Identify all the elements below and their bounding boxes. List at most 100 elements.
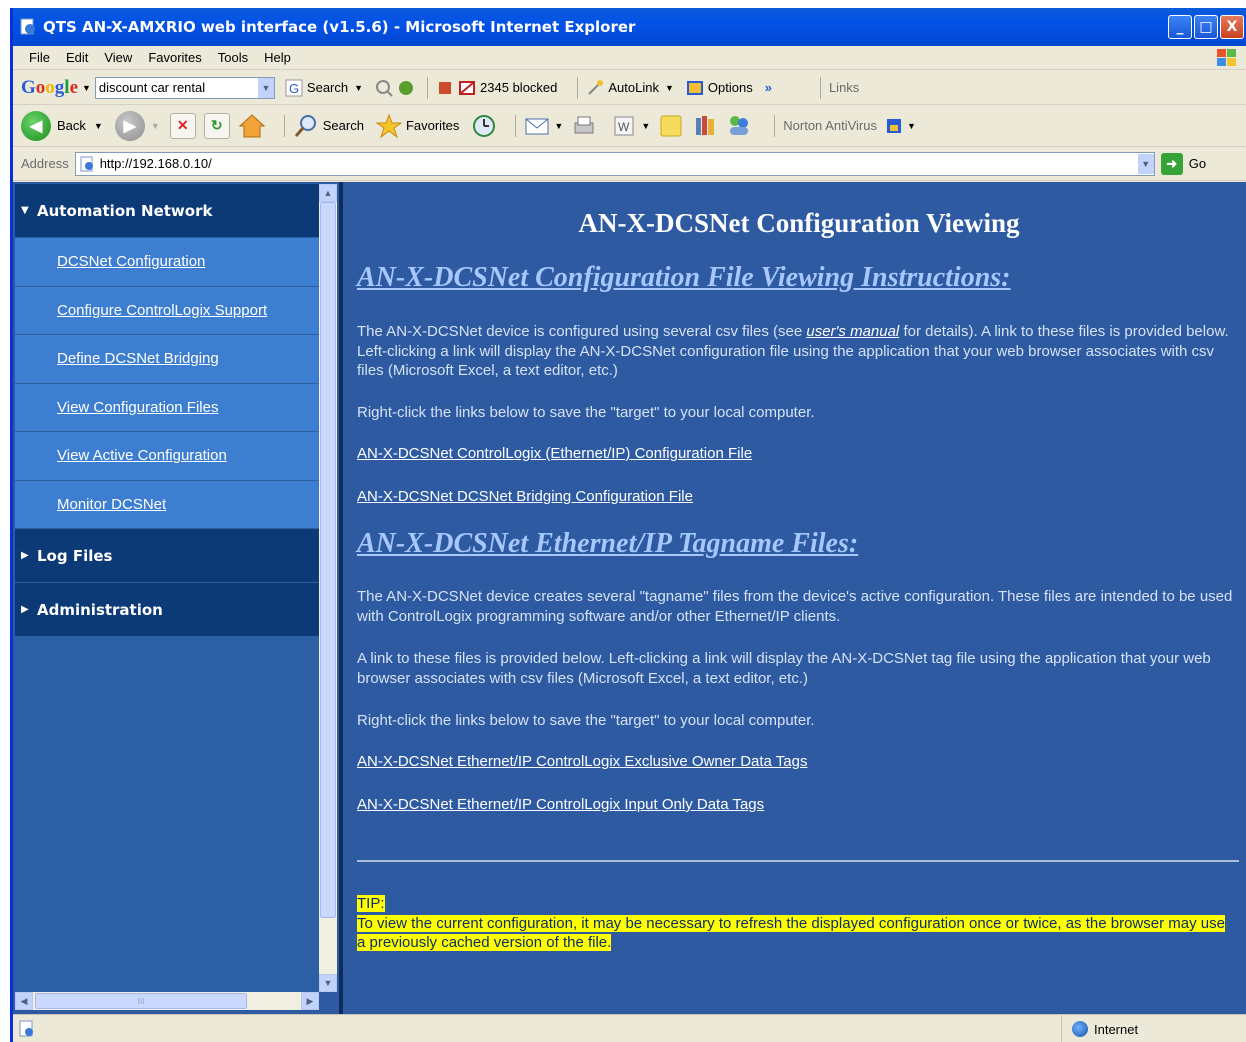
google-logo[interactable]: Google <box>21 77 78 99</box>
autolink-dropdown-icon[interactable]: ▼ <box>665 83 674 93</box>
nav-section-administration[interactable]: ▶ Administration <box>15 583 319 637</box>
exclusive-owner-tags-link[interactable]: AN-X-DCSNet Ethernet/IP ControlLogix Exc… <box>357 753 807 770</box>
search-button[interactable]: Search <box>293 113 364 139</box>
norton-icon <box>886 118 901 133</box>
nav-item-define-dcsnet-bridging[interactable]: Define DCSNet Bridging <box>15 335 319 384</box>
search-dropdown-icon[interactable]: ▼ <box>354 83 363 93</box>
history-icon[interactable] <box>471 113 497 139</box>
nav-section-log-files[interactable]: ▶ Log Files <box>15 529 319 583</box>
scroll-right-icon[interactable]: ▶ <box>301 992 319 1010</box>
nav-item-configure-controllogix-support[interactable]: Configure ControlLogix Support <box>15 286 319 335</box>
norton-antivirus-button[interactable]: Norton AntiVirus ▼ <box>783 117 916 135</box>
frame-divider[interactable] <box>339 182 343 1014</box>
messenger-icon[interactable] <box>726 113 752 139</box>
collapsed-chevron-icon: ▶ <box>21 550 29 561</box>
home-icon[interactable] <box>238 112 266 140</box>
back-dropdown-icon[interactable]: ▼ <box>94 121 103 131</box>
nav-link[interactable]: Configure ControlLogix Support <box>57 302 267 319</box>
spellcheck-icon[interactable] <box>436 79 454 97</box>
tip-text: To view the current configuration, it ma… <box>357 914 1225 951</box>
title-bar: QTS AN-X-AMXRIO web interface (v1.5.6) -… <box>13 8 1246 46</box>
address-url: http://192.168.0.10/ <box>99 156 212 171</box>
go-button[interactable]: ➜ Go <box>1160 152 1206 175</box>
google-search-value: discount car rental <box>98 80 206 95</box>
controllogix-config-file-link[interactable]: AN-X-DCSNet ControlLogix (Ethernet/IP) C… <box>357 445 752 462</box>
research-books-icon[interactable] <box>692 113 718 139</box>
ie-page-icon <box>80 156 93 171</box>
stop-icon[interactable]: ✕ <box>169 112 196 139</box>
sidebar-vertical-scrollbar[interactable]: ▲ ▼ <box>319 184 337 992</box>
nav-link[interactable]: DCSNet Configuration <box>57 253 205 270</box>
window-title: QTS AN-X-AMXRIO web interface (v1.5.6) -… <box>43 18 636 36</box>
security-zone[interactable]: Internet <box>1061 1015 1138 1042</box>
maximize-button[interactable]: □ <box>1194 15 1218 39</box>
expanded-chevron-icon: ▼ <box>21 205 29 216</box>
favorites-button[interactable]: Favorites <box>375 113 459 139</box>
norton-dropdown-icon[interactable]: ▼ <box>907 121 916 131</box>
minimize-button[interactable]: _ <box>1168 15 1192 39</box>
close-button[interactable]: X <box>1220 15 1244 39</box>
nav-link[interactable]: Define DCSNet Bridging <box>57 350 219 367</box>
nav-item-dcsnet-configuration[interactable]: DCSNet Configuration <box>15 238 319 287</box>
mail-dropdown-icon[interactable]: ▼ <box>554 121 563 131</box>
address-label: Address <box>21 156 69 171</box>
options-button[interactable]: Options <box>686 79 753 97</box>
refresh-icon[interactable]: ↻ <box>203 112 230 139</box>
google-menu-chevron-icon[interactable]: ▼ <box>82 83 91 93</box>
nav-item-view-active-configuration[interactable]: View Active Configuration <box>15 432 319 481</box>
toolbar-separator <box>774 114 776 137</box>
discuss-note-icon[interactable] <box>658 113 684 139</box>
menu-file[interactable]: File <box>29 50 50 65</box>
input-only-tags-link[interactable]: AN-X-DCSNet Ethernet/IP ControlLogix Inp… <box>357 796 764 813</box>
nav-link[interactable]: View Configuration Files <box>57 399 218 416</box>
nav-link[interactable]: View Active Configuration <box>57 447 227 464</box>
google-search-button[interactable]: G Search ▼ <box>285 79 363 97</box>
section-heading-tagname-files[interactable]: AN-X-DCSNet Ethernet/IP Tagname Files: <box>357 528 858 560</box>
links-button[interactable]: Links <box>829 80 859 95</box>
status-bar: Internet <box>13 1014 1246 1042</box>
svg-text:W: W <box>618 120 630 134</box>
nav-link[interactable]: Monitor DCSNet <box>57 496 166 513</box>
back-button[interactable]: ◀ Back ▼ <box>21 110 103 141</box>
menu-help[interactable]: Help <box>264 50 291 65</box>
google-search-input[interactable]: discount car rental ▼ <box>94 76 275 99</box>
popup-blocker-button[interactable]: 2345 blocked <box>458 79 557 97</box>
users-manual-link[interactable]: user's manual <box>806 323 899 340</box>
nav-item-view-configuration-files[interactable]: View Configuration Files <box>15 383 319 432</box>
forward-arrow-icon[interactable]: ▶ <box>114 110 145 141</box>
scroll-up-icon[interactable]: ▲ <box>319 184 337 202</box>
more-chevron-icon[interactable]: » <box>765 80 772 95</box>
search-history-dropdown-icon[interactable]: ▼ <box>257 77 274 98</box>
ie-page-icon <box>20 18 35 35</box>
tagname-description-paragraph: The AN-X-DCSNet device creates several "… <box>357 588 1233 625</box>
menu-favorites[interactable]: Favorites <box>148 50 201 65</box>
standard-toolbar: ◀ Back ▼ ▶ ▼ ✕ ↻ Search Favorites ▼ W ▼ … <box>13 105 1246 147</box>
nav-item-monitor-dcsnet[interactable]: Monitor DCSNet <box>15 480 319 529</box>
print-icon[interactable] <box>571 113 597 139</box>
section-heading-config-viewing[interactable]: AN-X-DCSNet Configuration File Viewing I… <box>357 262 1011 294</box>
highlight-icon[interactable] <box>397 79 415 97</box>
sidebar-horizontal-scrollbar[interactable]: ◀ III ▶ <box>15 992 319 1010</box>
pagerank-icon[interactable] <box>375 79 393 97</box>
search-magnifier-icon <box>294 114 316 137</box>
menu-tools[interactable]: Tools <box>218 50 248 65</box>
toolbar-separator <box>515 114 517 137</box>
scroll-left-icon[interactable]: ◀ <box>15 992 33 1010</box>
edit-dropdown-icon[interactable]: ▼ <box>641 121 650 131</box>
address-dropdown-icon[interactable]: ▼ <box>1137 153 1154 174</box>
scrollbar-thumb[interactable] <box>320 202 336 918</box>
menu-edit[interactable]: Edit <box>66 50 88 65</box>
address-toolbar: Address http://192.168.0.10/ ▼ ➜ Go <box>13 147 1246 181</box>
forward-dropdown-icon[interactable]: ▼ <box>151 121 160 131</box>
autolink-button[interactable]: AutoLink ▼ <box>586 79 674 97</box>
menu-view[interactable]: View <box>104 50 132 65</box>
edit-word-icon[interactable]: W <box>611 113 637 139</box>
toolbar-separator <box>577 76 579 99</box>
mail-icon[interactable] <box>524 113 550 139</box>
scrollbar-thumb[interactable]: III <box>35 993 247 1009</box>
bridging-config-file-link[interactable]: AN-X-DCSNet DCSNet Bridging Configuratio… <box>357 488 693 505</box>
page-status-icon <box>19 1020 33 1036</box>
scroll-down-icon[interactable]: ▼ <box>319 974 337 992</box>
address-input[interactable]: http://192.168.0.10/ ▼ <box>74 151 1155 176</box>
nav-section-automation-network[interactable]: ▼ Automation Network <box>15 184 319 238</box>
